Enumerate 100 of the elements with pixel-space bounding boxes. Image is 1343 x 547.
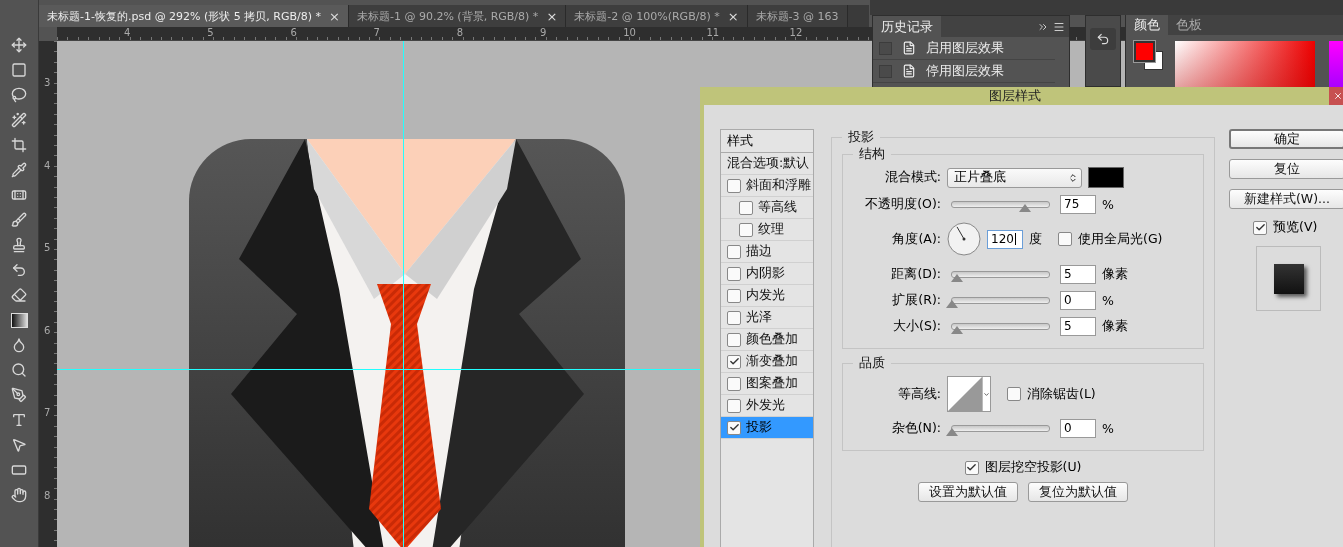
group-title: 品质	[858, 355, 886, 372]
checkbox[interactable]	[727, 332, 741, 347]
field-label: 混合模式:	[883, 169, 941, 186]
input-field[interactable]: 75	[1060, 194, 1096, 214]
input-field[interactable]: 5	[1060, 316, 1096, 336]
undo-arrow-icon	[1096, 32, 1110, 46]
style-list-item[interactable]: 描边	[721, 241, 813, 263]
style-list-item[interactable]: 纹理	[721, 219, 813, 241]
checkbox[interactable]	[727, 420, 741, 435]
field-label: 大小(S):	[892, 317, 941, 335]
default-button[interactable]: 设置为默认值	[918, 482, 1018, 502]
checkbox-label: 图层挖空投影(U)	[984, 459, 1082, 476]
unit-label: 像素	[1102, 317, 1128, 335]
style-list-item[interactable]: 颜色叠加	[721, 329, 813, 351]
style-list-item[interactable]: 内阴影	[721, 263, 813, 285]
input-field[interactable]: 5	[1060, 264, 1096, 284]
document-tab[interactable]: 未标题-3 @ 163	[747, 5, 848, 27]
history-item[interactable]: 启用图层效果	[873, 37, 1055, 60]
panel-tab[interactable]: 色板	[1168, 15, 1210, 35]
checkbox[interactable]	[727, 178, 741, 193]
ruler-number: 8	[44, 490, 51, 501]
document-tab[interactable]: 未标题-1 @ 90.2% (背景, RGB/8) * ×	[348, 5, 567, 27]
ruler-number: 7	[373, 27, 380, 38]
panel-tab[interactable]: 历史记录	[873, 16, 941, 37]
ruler-number: 5	[207, 27, 214, 38]
checkbox[interactable]	[727, 354, 741, 369]
checkbox[interactable]	[739, 222, 753, 237]
unit-label: 像素	[1102, 265, 1128, 283]
group-title: 结构	[858, 146, 886, 163]
field-label: 角度(A):	[891, 230, 941, 248]
unit-label: %	[1102, 292, 1114, 308]
close-button[interactable]	[1329, 87, 1343, 105]
unit-label: 度	[1029, 230, 1042, 248]
history-item[interactable]: 停用图层效果	[873, 60, 1055, 83]
style-list-item[interactable]: 渐变叠加	[721, 351, 813, 373]
close-icon	[1333, 91, 1343, 101]
field-label: 扩展(R):	[891, 291, 941, 309]
contour-picker[interactable]	[947, 376, 991, 412]
field-label: 不透明度(O):	[864, 195, 941, 213]
ruler-number: 5	[44, 242, 51, 254]
tab-close-button[interactable]: ×	[329, 8, 340, 24]
slider-thumb[interactable]	[946, 299, 958, 308]
gradient-icon[interactable]	[8, 310, 30, 330]
foreground-swatch[interactable]	[1134, 41, 1155, 62]
checkbox[interactable]	[1058, 232, 1072, 246]
tab-close-button[interactable]: ×	[546, 8, 558, 24]
checkbox-label: 预览(V)	[1273, 219, 1318, 236]
slider-thumb[interactable]	[950, 325, 963, 334]
document-icon	[902, 41, 916, 55]
style-list-item[interactable]: 等高线	[721, 197, 813, 219]
ruler-number: 8	[456, 27, 464, 38]
checkbox[interactable]	[727, 288, 741, 303]
checkbox[interactable]	[727, 310, 741, 325]
history-panel-button[interactable]	[1090, 28, 1116, 50]
style-list-item[interactable]: 外发光	[721, 395, 813, 417]
checkbox[interactable]	[1007, 387, 1021, 401]
ruler-number: 12	[789, 27, 803, 38]
checkbox[interactable]	[739, 200, 753, 215]
style-list-item[interactable]: 斜面和浮雕	[721, 175, 813, 197]
tab-close-button[interactable]: ×	[727, 8, 739, 24]
style-list-item[interactable]: 图案叠加	[721, 373, 813, 395]
slider-thumb[interactable]	[1018, 203, 1031, 212]
input-field[interactable]: 120	[987, 229, 1023, 249]
default-button[interactable]: 复位为默认值	[1028, 482, 1128, 502]
document-icon	[902, 64, 916, 78]
document-tab[interactable]: 未标题-1-恢复的.psd @ 292% (形状 5 拷贝, RGB/8) * ×	[39, 5, 349, 27]
slider-thumb[interactable]	[950, 273, 963, 282]
input-field[interactable]: 0	[1060, 290, 1096, 310]
panel-tab[interactable]: 颜色	[1126, 15, 1168, 35]
style-list-item[interactable]: 内发光	[721, 285, 813, 307]
style-list-item[interactable]: 投影	[721, 417, 813, 439]
blend-mode-select[interactable]: 正片叠底	[947, 167, 1082, 188]
style-list-item[interactable]: 混合选项:默认	[721, 153, 813, 175]
ruler-number: 11	[706, 27, 720, 38]
dialog-button[interactable]: 确定	[1229, 129, 1343, 149]
color-swatch[interactable]	[1088, 167, 1124, 188]
checkbox[interactable]	[727, 266, 741, 281]
caret-icon	[983, 390, 990, 398]
input-field[interactable]: 0	[1060, 418, 1096, 438]
checkbox[interactable]	[964, 460, 979, 475]
dialog-button[interactable]: 复位	[1229, 159, 1343, 179]
ruler-number: 6	[290, 27, 297, 38]
style-list-item[interactable]: 光泽	[721, 307, 813, 329]
ruler-number: 4	[44, 159, 51, 171]
color-field[interactable]	[1175, 41, 1316, 87]
field-label: 杂色(N):	[890, 419, 941, 437]
dialog-title: 图层样式	[987, 87, 1042, 105]
document-tab[interactable]: 未标题-2 @ 100%(RGB/8) * ×	[566, 5, 748, 27]
menu-icon[interactable]	[1053, 20, 1065, 33]
checkbox[interactable]	[727, 376, 741, 391]
checkbox[interactable]	[1253, 220, 1267, 235]
dialog-button[interactable]: 新建样式(W)...	[1229, 189, 1343, 209]
checkbox-label: 消除锯齿(L)	[1027, 385, 1096, 403]
checkbox[interactable]	[727, 244, 741, 259]
angle-dial[interactable]	[947, 222, 981, 256]
ruler-number: 9	[540, 27, 547, 38]
ruler-number: 10	[623, 27, 636, 38]
unit-label: %	[1102, 196, 1114, 212]
checkbox[interactable]	[727, 398, 741, 413]
slider-thumb[interactable]	[946, 427, 958, 436]
